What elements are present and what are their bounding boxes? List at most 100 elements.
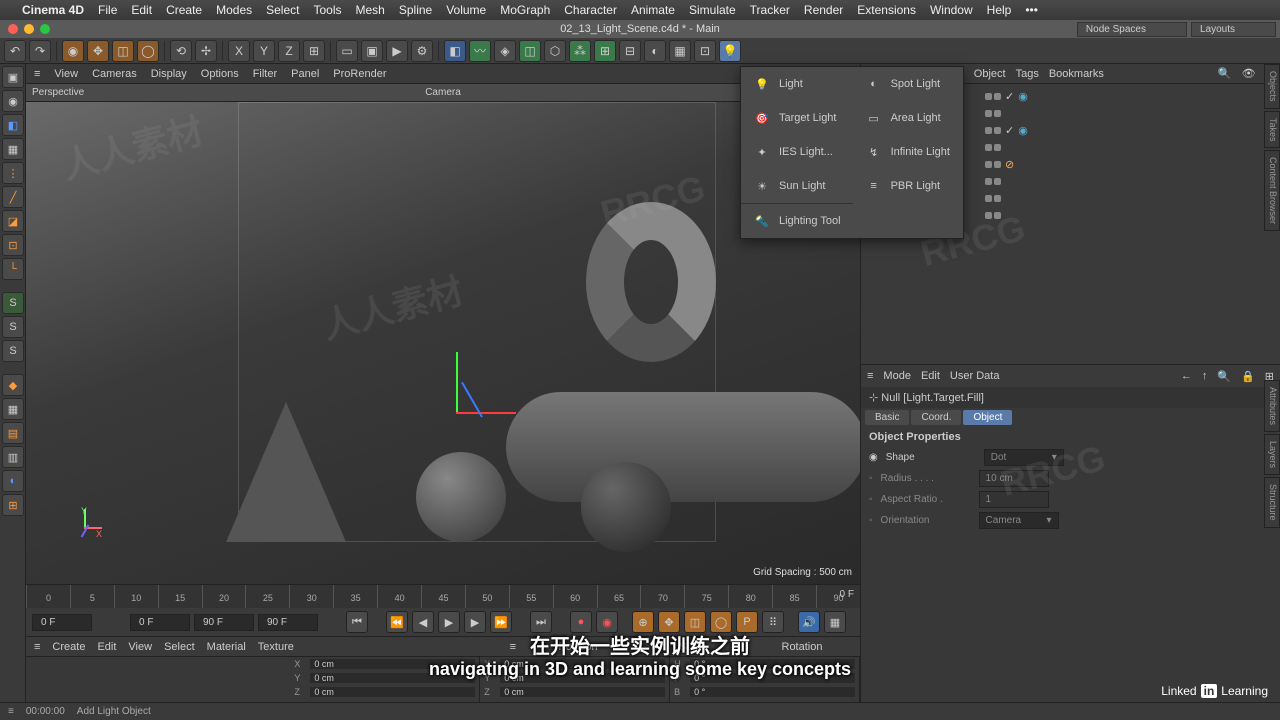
menu-more-icon[interactable]: ••• [1025,3,1038,17]
move-tool-button[interactable]: ✥ [87,40,109,62]
frame-current-field[interactable]: 0 F [130,614,190,631]
spline-primitive-button[interactable]: 〰 [469,40,491,62]
viewport-3d[interactable]: YX Grid Spacing : 500 cm [26,102,860,584]
menu-simulate[interactable]: Simulate [689,3,736,17]
goto-start-button[interactable]: ⏮ [346,611,368,633]
menu-select[interactable]: Select [266,3,299,17]
menu-create[interactable]: Create [166,3,202,17]
nav-lock-icon[interactable]: 🔒 [1241,370,1255,383]
tab-structure[interactable]: Structure [1264,477,1280,528]
redo-button[interactable]: ↷ [29,40,51,62]
vp-menu-view[interactable]: View [54,68,78,80]
menu-window[interactable]: Window [930,3,973,17]
frame-end-field[interactable]: 90 F [194,614,254,631]
tab-attributes[interactable]: Attributes [1264,380,1280,432]
uv-polys-button[interactable]: └ [2,258,24,280]
last-tool-button[interactable]: ⟲ [170,40,192,62]
axis-y-button[interactable]: Y [253,40,275,62]
vp-menu-display[interactable]: Display [151,68,187,80]
menu-tools[interactable]: Tools [313,3,341,17]
obj-menu-object[interactable]: Object [974,68,1006,80]
light-menu-infinite[interactable]: ↯Infinite Light [853,135,963,169]
attr-shape-select[interactable]: Dot▾ [984,449,1064,466]
polygons-mode-button[interactable]: ◪ [2,210,24,232]
pos-z-field[interactable]: 0 cm [310,687,475,697]
texture-mode-button[interactable]: ◉ [2,90,24,112]
frame-end2-field[interactable]: 90 F [258,614,318,631]
render-region-button[interactable]: ▣ [361,40,383,62]
viewport-solo2-button[interactable]: S [2,340,24,362]
object-mode-button[interactable]: ◧ [2,114,24,136]
menu-mograph[interactable]: MoGraph [500,3,550,17]
menu-extensions[interactable]: Extensions [857,3,916,17]
viewport-solo-button[interactable]: S [2,316,24,338]
enable-axis-button[interactable]: S [2,292,24,314]
mat-menu-create[interactable]: Create [52,641,85,653]
menu-render[interactable]: Render [804,3,843,17]
nav-search-icon[interactable]: 🔍 [1217,370,1231,383]
obj-menu-tags[interactable]: Tags [1016,68,1039,80]
attr-tab-coord[interactable]: Coord. [911,410,961,425]
attr-radius-field[interactable]: 10 cm [979,470,1049,487]
selection-tool-button[interactable]: ◉ [62,40,84,62]
layouts-select[interactable]: Layouts [1191,22,1276,37]
animation-mode-button[interactable]: ▦ [2,138,24,160]
mat-menu-material[interactable]: Material [207,641,246,653]
menu-spline[interactable]: Spline [399,3,432,17]
fields-button[interactable]: ⊞ [594,40,616,62]
tab-content-browser[interactable]: Content Browser [1264,150,1280,231]
locked-workplane-button[interactable]: ▤ [2,422,24,444]
menu-modes[interactable]: Modes [216,3,252,17]
tab-takes[interactable]: Takes [1264,111,1280,149]
minimize-window-button[interactable] [24,24,34,34]
nav-back-icon[interactable]: ← [1181,370,1192,382]
light-menu-pbr[interactable]: ≡PBR Light [853,169,963,203]
search-icon[interactable]: 🔍 [1218,67,1232,80]
cube-primitive-button[interactable]: ◧ [444,40,466,62]
light-menu-spot[interactable]: ◐Spot Light [853,67,963,101]
subdivision-button[interactable]: ◫ [519,40,541,62]
mat-menu-select[interactable]: Select [164,641,195,653]
array-button[interactable]: ⬡ [544,40,566,62]
camera-button[interactable]: ▦ [669,40,691,62]
light-menu-target[interactable]: 🎯Target Light [741,101,853,135]
environment-button[interactable]: ◐ [644,40,666,62]
hamburger-icon[interactable]: ≡ [8,706,14,717]
obj-menu-bookmarks[interactable]: Bookmarks [1049,68,1104,80]
tab-layers[interactable]: Layers [1264,434,1280,475]
menu-volume[interactable]: Volume [446,3,486,17]
hamburger-icon[interactable]: ≡ [34,68,40,80]
cross-tool-button[interactable]: ✢ [195,40,217,62]
light-menu-area[interactable]: ▭Area Light [853,101,963,135]
menu-mesh[interactable]: Mesh [356,3,385,17]
attr-menu-mode[interactable]: Mode [883,370,911,382]
menu-file[interactable]: File [98,3,117,17]
vp-menu-prorender[interactable]: ProRender [333,68,386,80]
timeline-ruler[interactable]: 05 1015 2025 3035 4045 5055 6065 7075 80… [26,584,860,608]
mat-menu-view[interactable]: View [128,641,152,653]
light-menu-lighting-tool[interactable]: 🔦Lighting Tool [741,204,853,238]
attr-aspect-field[interactable]: 1 [979,491,1049,508]
size-z-field[interactable]: 0 cm [500,687,665,697]
nav-up-icon[interactable]: ↑ [1202,370,1208,382]
picture-viewer-button[interactable]: ▶ [386,40,408,62]
mat-menu-texture[interactable]: Texture [258,641,294,653]
hamburger-icon[interactable]: ≡ [34,641,40,653]
deformer-button[interactable]: ⊟ [619,40,641,62]
tab-objects[interactable]: Objects [1264,64,1280,109]
workplane-button[interactable]: ▦ [2,398,24,420]
render-view-button[interactable]: ▭ [336,40,358,62]
prev-key-button[interactable]: ⏪ [386,611,408,633]
scale-tool-button[interactable]: ◫ [112,40,134,62]
mograph-button[interactable]: ⁂ [569,40,591,62]
vp-menu-filter[interactable]: Filter [253,68,277,80]
model-mode-button[interactable]: ▣ [2,66,24,88]
attr-tab-basic[interactable]: Basic [865,410,909,425]
vp-menu-options[interactable]: Options [201,68,239,80]
attr-menu-edit[interactable]: Edit [921,370,940,382]
menu-help[interactable]: Help [987,3,1012,17]
menu-edit[interactable]: Edit [131,3,152,17]
eye-icon[interactable]: 👁 [1242,67,1256,80]
frame-start-field[interactable]: 0 F [32,614,92,631]
snap-button[interactable]: ◆ [2,374,24,396]
